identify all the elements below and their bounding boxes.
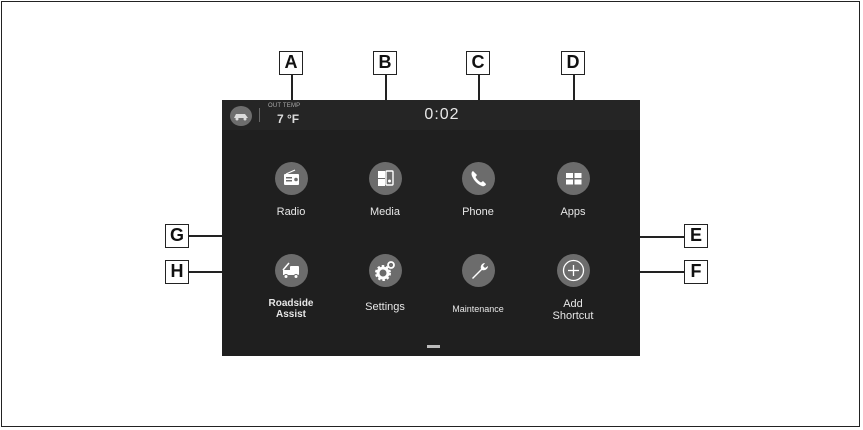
status-bar: OUT TEMP 7 °F 0:02 — [222, 100, 640, 130]
page-indicator[interactable] — [427, 345, 440, 348]
tile-label: Radio — [276, 206, 306, 218]
vehicle-status-icon[interactable] — [230, 106, 252, 126]
clock: 0:02 — [424, 106, 460, 123]
wrench-icon — [462, 254, 495, 287]
gears-icon — [369, 254, 402, 287]
callout-h: H — [165, 260, 189, 284]
callout-c: C — [466, 51, 490, 75]
tile-label: Add Shortcut — [552, 298, 594, 322]
callout-g: G — [165, 224, 189, 248]
tile-label: Settings — [365, 301, 405, 313]
tow-truck-icon — [275, 254, 308, 287]
infotainment-screen: OUT TEMP 7 °F 0:02 Radio Media Phone App… — [222, 100, 640, 356]
phone-icon — [462, 162, 495, 195]
status-divider — [259, 108, 260, 122]
outside-temp-label: OUT TEMP — [268, 103, 301, 109]
tile-label: Phone — [462, 206, 494, 218]
tile-label: Roadside Assist — [268, 298, 314, 320]
apps-icon — [557, 162, 590, 195]
plus-circle-icon — [557, 254, 590, 287]
tile-label: Apps — [560, 206, 586, 218]
tile-label: Maintenance — [452, 304, 504, 314]
callout-d: D — [561, 51, 585, 75]
callout-a: A — [279, 51, 303, 75]
callout-b: B — [373, 51, 397, 75]
callout-e: E — [684, 224, 708, 248]
media-icon — [369, 162, 402, 195]
callout-f: F — [684, 260, 708, 284]
radio-icon — [275, 162, 308, 195]
outside-temp-value: 7 °F — [277, 112, 300, 126]
tile-label: Media — [370, 206, 400, 218]
